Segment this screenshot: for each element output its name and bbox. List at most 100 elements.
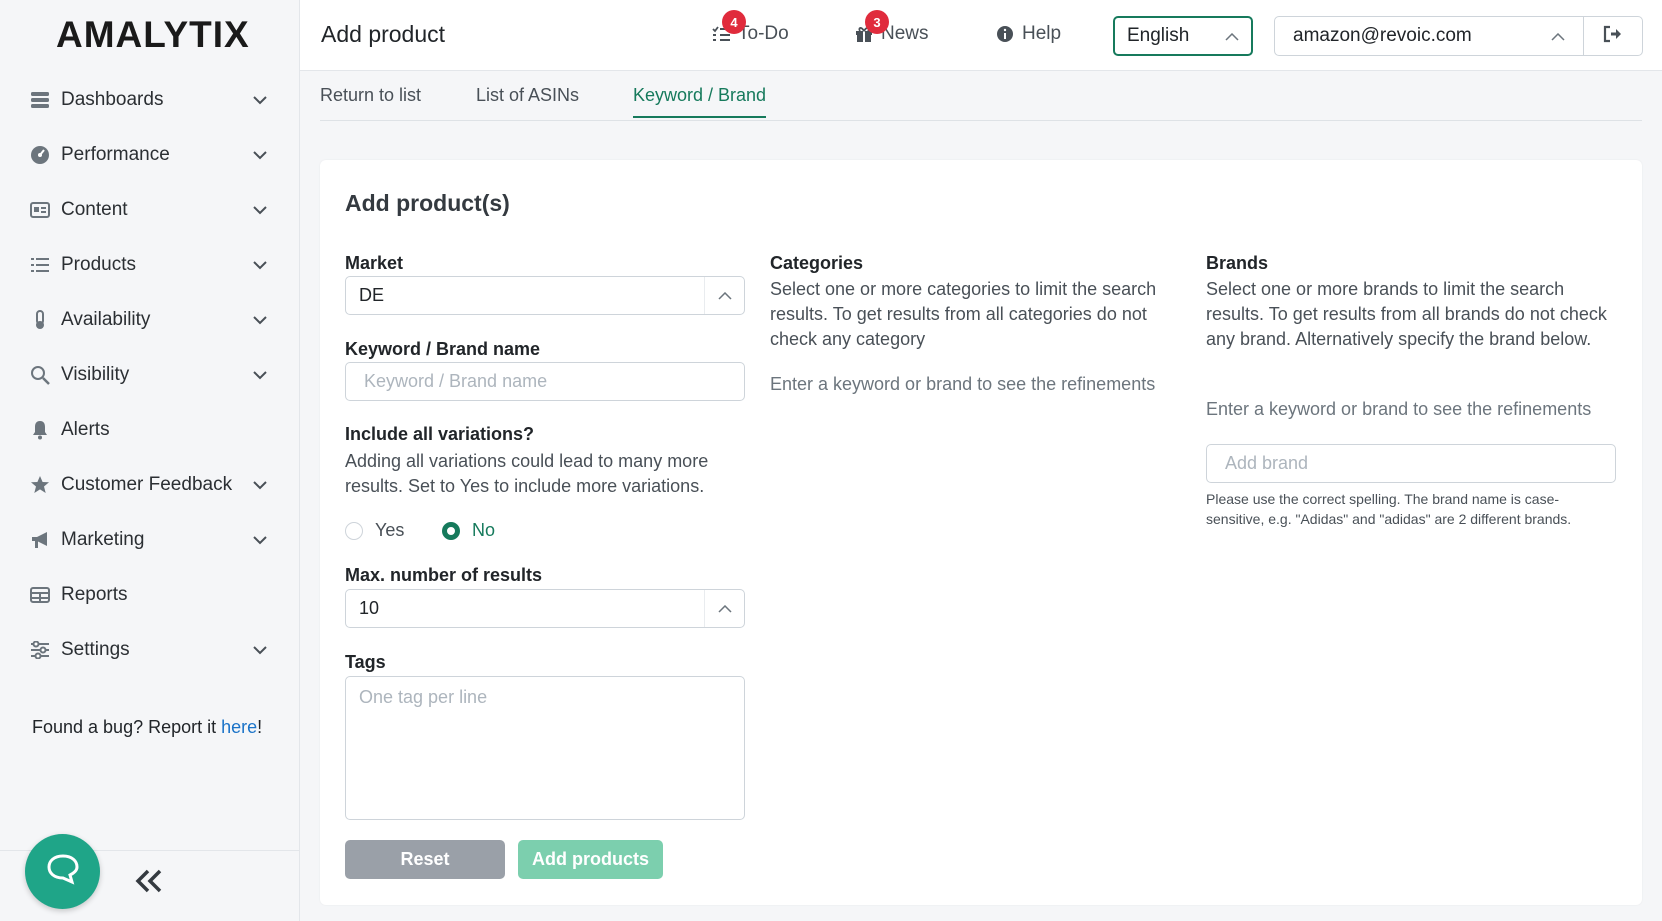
sidebar-item-label: Performance [61, 143, 170, 165]
bug-report-text: Found a bug? Report it here! [32, 717, 262, 738]
tab-bar: Return to list List of ASINs Keyword / B… [320, 71, 1642, 121]
chevron-up-icon [1225, 25, 1239, 47]
account-select[interactable]: amazon@revoic.com [1274, 16, 1584, 56]
sidebar-item-content[interactable]: Content [0, 182, 300, 237]
sidebar-item-availability[interactable]: Availability [0, 292, 300, 347]
brand-spelling-hint: Please use the correct spelling. The bra… [1206, 491, 1572, 527]
add-product-card: Add product(s) Market DE Keyword / Brand… [320, 160, 1642, 905]
sidebar-item-label: Marketing [61, 528, 145, 550]
magnifier-icon [29, 364, 51, 386]
table-icon [29, 584, 51, 606]
market-label: Market [345, 253, 404, 273]
todo-label: To-Do [738, 23, 789, 44]
variations-yes-radio[interactable]: Yes [345, 520, 404, 541]
sidebar-item-label: Settings [61, 638, 130, 660]
keyword-input[interactable]: Keyword / Brand name [345, 362, 745, 401]
sliders-icon [29, 639, 51, 661]
chevron-up-icon [1551, 25, 1565, 47]
add-products-button[interactable]: Add products [518, 840, 663, 879]
bug-report-suffix: ! [257, 717, 263, 737]
variations-label: Include all variations? [345, 424, 535, 444]
card-title: Add product(s) [345, 190, 510, 216]
sign-out-icon [1603, 25, 1623, 48]
todo-badge: 4 [722, 10, 746, 34]
language-value: English [1127, 25, 1190, 46]
news-link[interactable]: 3 News [853, 10, 929, 45]
variations-no-radio[interactable]: No [442, 520, 495, 541]
tab-return-to-list[interactable]: Return to list [320, 85, 421, 116]
gift-icon: 3 [853, 10, 889, 45]
sidebar-item-performance[interactable]: Performance [0, 127, 300, 182]
star-icon [29, 474, 51, 496]
sidebar-item-label: Reports [61, 583, 128, 605]
sidebar-item-label: Content [61, 198, 128, 220]
sidebar-item-settings[interactable]: Settings [0, 622, 300, 677]
radio-circle [442, 521, 460, 540]
logout-button[interactable] [1583, 16, 1643, 56]
chevron-up-icon [704, 277, 744, 314]
categories-label: Categories [770, 253, 864, 273]
chat-button[interactable] [25, 834, 100, 909]
list-icon [29, 254, 51, 276]
account-value: amazon@revoic.com [1293, 25, 1472, 46]
double-chevron-left-icon [135, 869, 163, 898]
brands-empty-text: Enter a keyword or brand to see the refi… [1206, 399, 1592, 419]
radio-circle [345, 521, 363, 540]
radio-label: No [472, 520, 496, 540]
sidebar-item-label: Dashboards [61, 88, 164, 110]
variations-description: Adding all variations could lead to many… [345, 451, 709, 496]
add-brand-input[interactable]: Add brand [1206, 444, 1616, 483]
sidebar-nav: Dashboards Performance Content Products [0, 72, 300, 677]
sidebar-item-products[interactable]: Products [0, 237, 300, 292]
sidebar-item-label: Visibility [61, 363, 130, 385]
help-label: Help [1022, 23, 1062, 44]
tab-list-of-asins[interactable]: List of ASINs [476, 85, 579, 116]
gauge-icon [29, 144, 51, 166]
market-value: DE [359, 285, 385, 305]
market-select[interactable]: DE [345, 276, 745, 315]
tags-textarea[interactable]: One tag per line [345, 676, 745, 820]
sidebar-item-label: Products [61, 253, 136, 275]
bug-report-link[interactable]: here [221, 717, 257, 737]
chevron-up-icon [704, 590, 744, 627]
chevron-down-icon [250, 200, 270, 220]
checklist-icon: 4 [710, 10, 746, 45]
chevron-down-icon [250, 365, 270, 385]
news-badge: 3 [865, 10, 889, 34]
categories-description: Select one or more categories to limit t… [770, 279, 1157, 349]
brands-label: Brands [1206, 253, 1269, 273]
sidebar-item-alerts[interactable]: Alerts [0, 402, 300, 457]
chevron-down-icon [250, 530, 270, 550]
todo-link[interactable]: 4 To-Do [710, 10, 789, 45]
info-icon [994, 23, 1016, 45]
thermometer-icon [29, 309, 51, 331]
sidebar-item-label: Alerts [61, 418, 110, 440]
chat-bubble-icon [46, 853, 80, 890]
bug-report-label: Found a bug? Report it [32, 717, 222, 737]
dashboard-icon [29, 89, 51, 111]
chevron-down-icon [250, 255, 270, 275]
chevron-down-icon [250, 310, 270, 330]
top-header: Add product 4 To-Do 3 News Help English … [300, 0, 1662, 71]
categories-empty-text: Enter a keyword or brand to see the refi… [770, 374, 1156, 394]
collapse-sidebar-button[interactable] [134, 868, 164, 898]
app-logo: AMALYTIX [56, 14, 250, 55]
sidebar-item-visibility[interactable]: Visibility [0, 347, 300, 402]
help-link[interactable]: Help [994, 23, 1061, 45]
reset-button[interactable]: Reset [345, 840, 505, 879]
max-results-select[interactable]: 10 [345, 589, 745, 628]
chevron-down-icon [250, 90, 270, 110]
megaphone-icon [29, 529, 51, 551]
language-select[interactable]: English [1113, 16, 1253, 56]
sidebar-item-label: Availability [61, 308, 151, 330]
sidebar-item-label: Customer Feedback [61, 473, 233, 495]
brands-description: Select one or more brands to limit the s… [1206, 279, 1607, 349]
max-results-label: Max. number of results [345, 565, 543, 585]
sidebar-item-marketing[interactable]: Marketing [0, 512, 300, 567]
chevron-down-icon [250, 145, 270, 165]
sidebar-item-dashboards[interactable]: Dashboards [0, 72, 300, 127]
bell-icon [29, 419, 51, 441]
tab-keyword-brand[interactable]: Keyword / Brand [633, 85, 767, 118]
sidebar-item-reports[interactable]: Reports [0, 567, 300, 622]
sidebar-item-customer-feedback[interactable]: Customer Feedback [0, 457, 300, 512]
